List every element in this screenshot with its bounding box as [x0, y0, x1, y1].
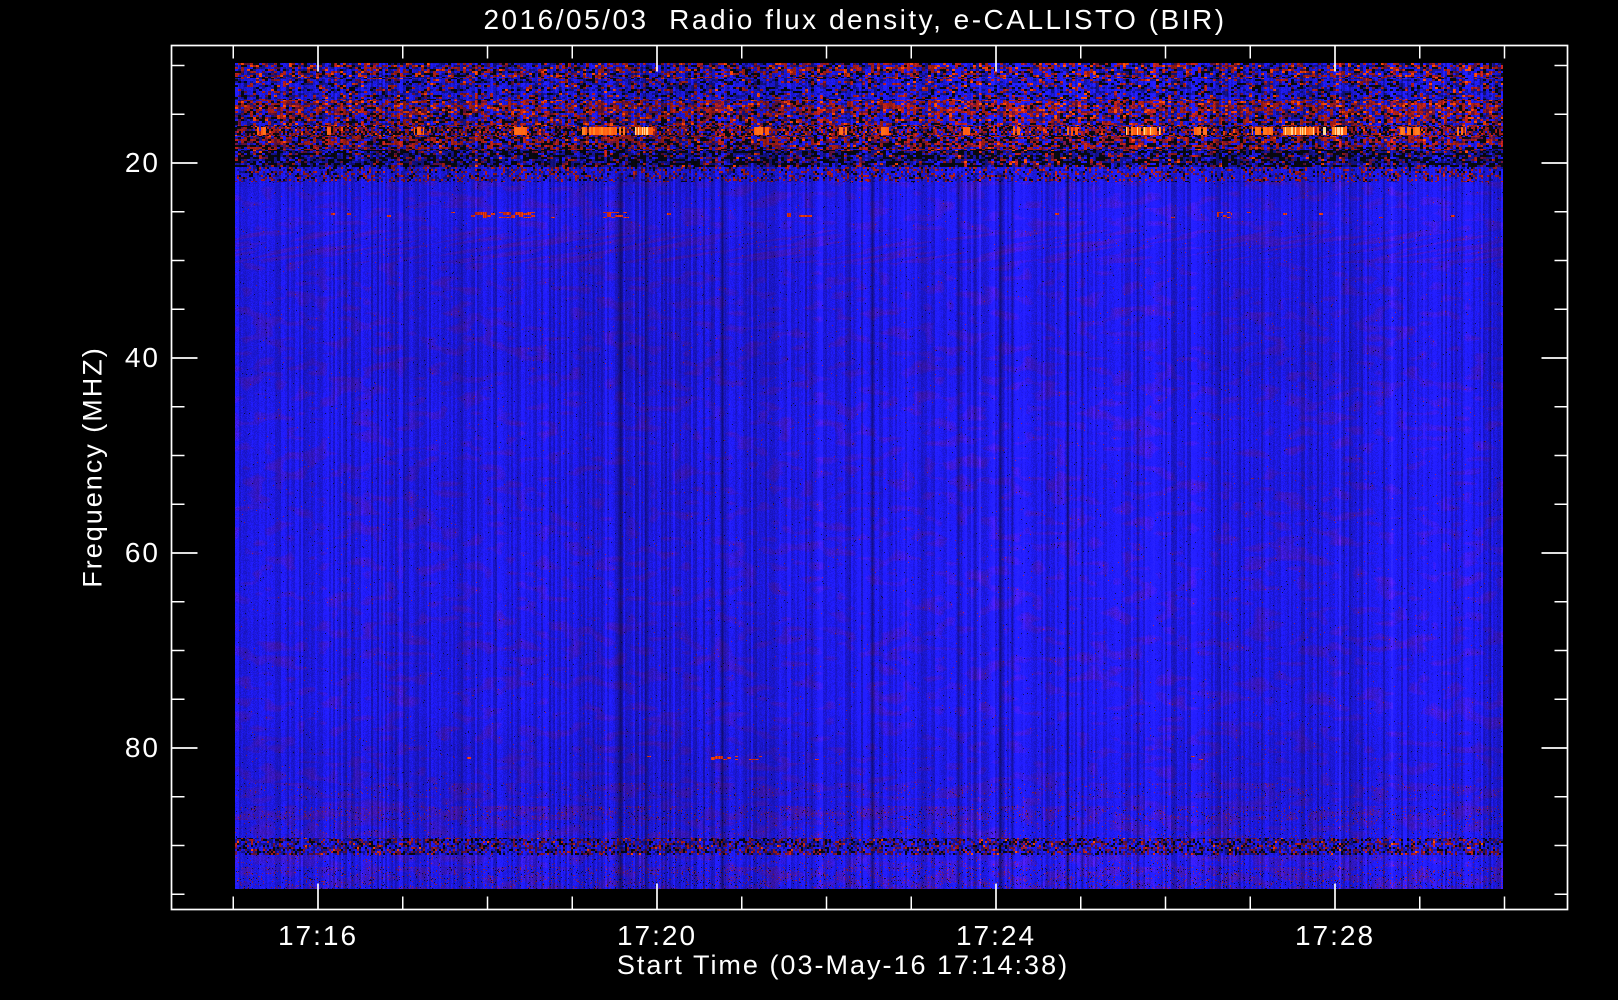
x-tick-label: 17:16	[277, 920, 359, 951]
y-axis-title: Frequency (MHZ)	[77, 346, 108, 588]
y-tick-label: 80	[124, 732, 160, 763]
radio-spectrogram-figure: 2016/05/03 Radio flux density, e-CALLIST…	[0, 0, 1618, 1000]
x-tick-label: 17:20	[616, 920, 698, 951]
x-tick-label: 17:28	[1294, 920, 1376, 951]
axes-frame	[170, 44, 1569, 911]
y-tick-label: 40	[124, 342, 160, 373]
x-axis-title: Start Time (03-May-16 17:14:38)	[616, 950, 1070, 980]
y-tick-label: 60	[124, 537, 160, 568]
plot-box	[170, 44, 1569, 911]
y-tick-label: 20	[124, 147, 160, 178]
x-tick-label: 17:24	[955, 920, 1037, 951]
